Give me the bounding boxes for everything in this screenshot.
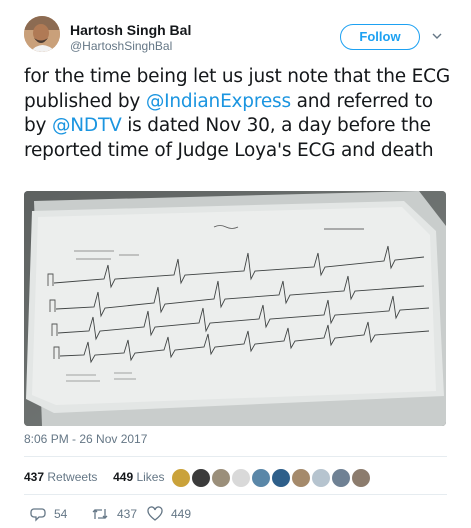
mention-link[interactable]: @NDTV [52, 115, 122, 136]
tweet-photo[interactable] [24, 191, 446, 426]
reply-icon [30, 508, 46, 522]
divider [24, 494, 447, 495]
liker-avatar[interactable] [311, 468, 331, 488]
user-handle[interactable]: @HartoshSinghBal [70, 39, 172, 53]
like-button[interactable]: 449 [147, 506, 191, 522]
retweet-button[interactable]: 437 [91, 506, 137, 522]
follow-button[interactable]: Follow [340, 24, 420, 50]
chevron-down-icon[interactable] [431, 30, 443, 42]
mention-link[interactable]: @IndianExpress [146, 91, 291, 112]
liker-avatar[interactable] [271, 468, 291, 488]
likes-label[interactable]: Likes [136, 470, 164, 484]
liker-avatar[interactable] [171, 468, 191, 488]
heart-icon [147, 506, 163, 521]
divider [24, 456, 447, 457]
liker-avatar[interactable] [331, 468, 351, 488]
like-action-count: 449 [171, 507, 192, 521]
reply-count: 54 [54, 507, 68, 521]
liker-avatar[interactable] [191, 468, 211, 488]
avatar[interactable] [24, 16, 60, 52]
tweet-text: for the time being let us just note that… [24, 65, 454, 163]
tweet-timestamp[interactable]: 8:06 PM - 26 Nov 2017 [24, 432, 147, 446]
liker-avatar[interactable] [291, 468, 311, 488]
retweet-icon [92, 509, 108, 519]
retweets-label[interactable]: Retweets [47, 470, 97, 484]
retweet-count[interactable]: 437 [24, 470, 44, 484]
liker-avatar[interactable] [351, 468, 371, 488]
reply-button[interactable]: 54 [30, 506, 67, 522]
liker-avatar[interactable] [231, 468, 251, 488]
ecg-paper-image [24, 191, 446, 426]
liker-avatar[interactable] [251, 468, 271, 488]
avatar-photo-icon [24, 16, 60, 52]
retweet-action-count: 437 [117, 507, 138, 521]
engagement-stats: 437 Retweets 449 Likes [24, 470, 164, 484]
like-count[interactable]: 449 [113, 470, 133, 484]
display-name[interactable]: Hartosh Singh Bal [70, 22, 191, 38]
liker-avatar[interactable] [211, 468, 231, 488]
